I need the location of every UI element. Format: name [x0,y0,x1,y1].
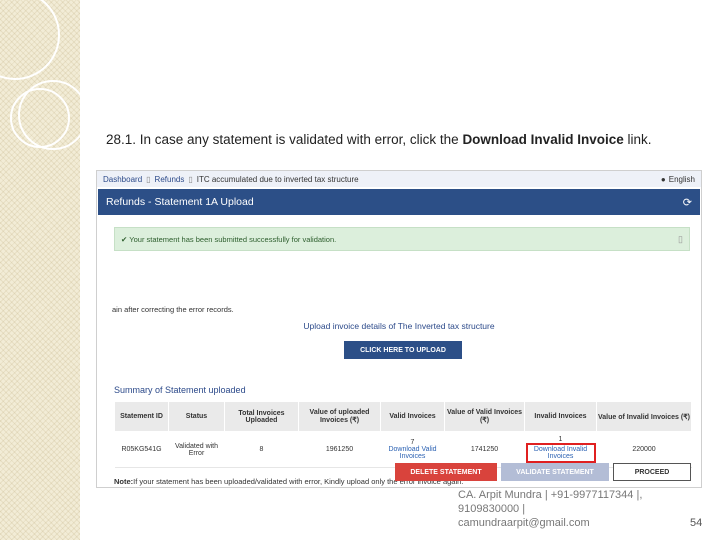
breadcrumb-refunds[interactable]: Refunds [155,175,185,184]
header-value-valid: Value of Valid Invoices (₹) [444,401,525,432]
proceed-button[interactable]: PROCEED [613,463,691,481]
slide-heading: 28.1. In case any statement is validated… [106,132,651,147]
table-header-row: Statement ID Status Total Invoices Uploa… [114,401,692,432]
header-valid-invoices: Valid Invoices [380,401,445,432]
footer-email: camundraarpit@gmail.com [458,517,590,529]
language-selector[interactable]: ● English [661,175,695,184]
close-icon[interactable]: ▯ [678,234,683,245]
header-value-uploaded: Value of uploaded Invoices (₹) [298,401,381,432]
download-valid-invoices-link[interactable]: Download Valid Invoices [382,446,444,460]
breadcrumb: Dashboard ▯ Refunds ▯ ITC accumulated du… [97,171,701,187]
globe-icon: ● [660,174,666,184]
screenshot-frame: Dashboard ▯ Refunds ▯ ITC accumulated du… [96,170,702,488]
content-panel: ✔ Your statement has been submitted succ… [100,215,698,486]
header-invalid-invoices: Invalid Invoices [524,401,597,432]
download-invalid-invoices-link[interactable]: Download Invalid Invoices [525,443,596,463]
success-alert: ✔ Your statement has been submitted succ… [114,227,690,251]
cell-status: Validated with Error [168,431,225,468]
header-status: Status [168,401,225,432]
footer-line: CA. Arpit Mundra | +91-9977117344 |, [458,489,643,501]
heading-suffix: link. [623,132,652,147]
cell-statement-id: R05KG541G [114,431,169,468]
page-title: Refunds - Statement 1A Upload [106,196,254,208]
alert-text: Your statement has been submitted succes… [129,234,337,244]
cell-total: 8 [224,431,299,468]
summary-title: Summary of Statement uploaded [114,385,246,395]
check-icon: ✔ [121,234,128,244]
breadcrumb-separator: ▯ [188,174,193,184]
decorative-circle [0,0,60,80]
upload-button[interactable]: CLICK HERE TO UPLOAD [344,341,462,359]
invalid-count: 1 [558,436,563,443]
heading-text: 28.1. In case any statement is validated… [106,132,463,147]
delete-statement-button[interactable]: DELETE STATEMENT [395,463,497,481]
partial-instruction-text: ain after correcting the error records. [112,305,234,314]
upload-label: Upload invoice details of The Inverted t… [303,321,495,331]
action-buttons: DELETE STATEMENT VALIDATE STATEMENT PROC… [395,463,691,481]
decorative-circle [10,88,70,148]
note-label: Note: [114,477,134,486]
cell-value-uploaded: 1961250 [298,431,381,468]
validate-statement-button[interactable]: VALIDATE STATEMENT [501,463,609,481]
breadcrumb-separator: ▯ [146,174,151,184]
page-title-bar: Refunds - Statement 1A Upload ⟳ [98,189,700,215]
header-statement-id: Statement ID [114,401,169,432]
refresh-icon[interactable]: ⟳ [683,196,692,209]
header-total-invoices: Total Invoices Uploaded [224,401,299,432]
breadcrumb-dashboard[interactable]: Dashboard [103,175,142,184]
valid-count: 7 [410,439,415,446]
summary-table: Statement ID Status Total Invoices Uploa… [114,401,692,468]
language-label: English [668,174,695,184]
header-value-invalid: Value of Invalid Invoices (₹) [596,401,692,432]
footer-line: 9109830000 | [458,503,526,515]
heading-bold: Download Invalid Invoice [462,132,624,147]
footer-contact: CA. Arpit Mundra | +91-9977117344 |, 910… [458,488,678,530]
page-number: 54 [690,517,703,529]
breadcrumb-current: ITC accumulated due to inverted tax stru… [196,174,359,184]
decorative-sidebar [0,0,88,540]
